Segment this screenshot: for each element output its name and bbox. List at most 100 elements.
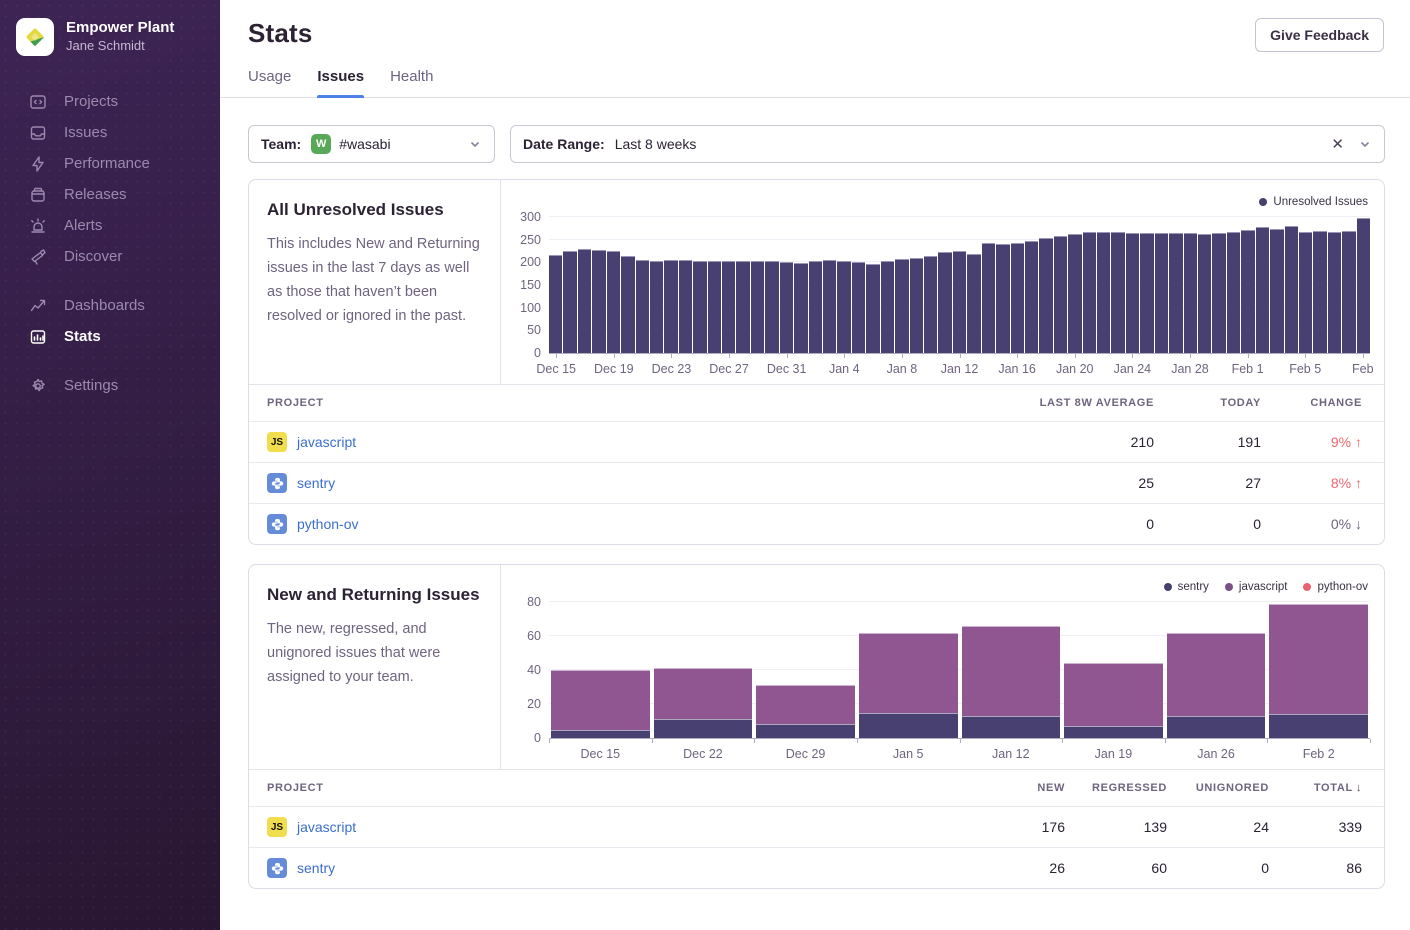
sidebar-item-discover[interactable]: Discover — [0, 241, 220, 272]
change-value: 9% ↑ — [1331, 434, 1362, 450]
org-logo-icon — [16, 18, 54, 56]
bar — [1328, 232, 1341, 353]
bar-segment-javascript — [859, 633, 958, 713]
dashboards-icon — [28, 296, 48, 316]
table-row: JSjavascript2101919% ↑ — [249, 421, 1384, 462]
bar-group — [1167, 633, 1266, 738]
stats-icon — [28, 327, 48, 347]
legend-label: javascript — [1239, 581, 1288, 593]
unresolved-issues-table: PROJECTLAST 8W AVERAGETODAYCHANGEJSjavas… — [249, 384, 1384, 544]
project-link[interactable]: sentry — [297, 475, 335, 491]
bar — [996, 244, 1009, 353]
panel-title: New and Returning Issues — [267, 585, 480, 605]
new-returning-issues-table: PROJECTNEWREGRESSEDUNIGNOREDTOTAL↓JSjava… — [249, 769, 1384, 888]
user-name: Jane Schmidt — [66, 38, 174, 55]
column-header-new: NEW — [975, 782, 1065, 794]
bar — [1241, 230, 1254, 353]
bar-segment-sentry — [1269, 714, 1368, 738]
bar-group — [1269, 604, 1368, 738]
sidebar-item-settings[interactable]: Settings — [0, 370, 220, 401]
project-link[interactable]: javascript — [297, 819, 356, 835]
bar — [982, 243, 995, 353]
bar — [1126, 233, 1139, 353]
column-header-change: CHANGE — [1261, 397, 1362, 409]
x-axis-tick-label: Dec 29 — [786, 747, 826, 761]
filter-row: Team: W #wasabi Date Range: Last 8 weeks… — [248, 125, 1385, 163]
y-axis-label: 0 — [534, 346, 541, 360]
clear-icon[interactable]: ✕ — [1331, 135, 1344, 153]
projects-icon — [28, 92, 48, 112]
python-platform-icon — [267, 514, 287, 534]
project-cell: JSjavascript — [249, 432, 994, 452]
x-axis-tick-label: Jan 12 — [941, 362, 979, 376]
sidebar-item-performance[interactable]: Performance — [0, 148, 220, 179]
project-link[interactable]: javascript — [297, 434, 356, 450]
chevron-down-icon[interactable] — [468, 137, 482, 151]
bar-group — [1064, 663, 1163, 738]
tab-usage[interactable]: Usage — [248, 68, 291, 97]
new-returning-issues-chart[interactable]: 020406080 — [549, 603, 1370, 739]
y-axis-label: 200 — [520, 255, 541, 269]
tab-health[interactable]: Health — [390, 68, 433, 97]
x-axis-tick-label: Jan 24 — [1114, 362, 1152, 376]
bar — [578, 249, 591, 353]
x-axis-tick-label: Dec 31 — [767, 362, 807, 376]
legend-dot-icon — [1225, 583, 1233, 591]
legend-item-javascript: javascript — [1225, 581, 1288, 593]
y-axis-label: 60 — [527, 629, 541, 643]
unresolved-issues-chart[interactable]: 050100150200250300 — [549, 218, 1370, 354]
bar — [1155, 233, 1168, 353]
bar — [780, 262, 793, 353]
value-cell: 26 — [975, 860, 1065, 876]
bar-group — [859, 633, 958, 738]
column-header-total[interactable]: TOTAL↓ — [1269, 782, 1362, 794]
x-axis-tick-label: Jan 8 — [887, 362, 918, 376]
x-axis-tick — [902, 354, 903, 358]
x-axis-tick-label: Feb 5 — [1289, 362, 1321, 376]
date-range-label: Date Range: — [523, 136, 605, 152]
x-axis-tick — [857, 739, 858, 743]
give-feedback-button[interactable]: Give Feedback — [1255, 18, 1384, 52]
x-axis-tick — [1305, 354, 1306, 358]
date-range-selector[interactable]: Date Range: Last 8 weeks ✕ — [510, 125, 1385, 163]
org-switcher[interactable]: Empower Plant Jane Schmidt — [0, 0, 220, 72]
x-axis-tick — [844, 354, 845, 358]
sidebar-item-issues[interactable]: Issues — [0, 117, 220, 148]
bar — [765, 261, 778, 353]
chart-x-axis: Dec 15Dec 22Dec 29Jan 5Jan 12Jan 19Jan 2… — [549, 739, 1370, 769]
sidebar-item-dashboards[interactable]: Dashboards — [0, 290, 220, 321]
sidebar-item-projects[interactable]: Projects — [0, 86, 220, 117]
sidebar-item-label: Performance — [64, 155, 150, 172]
project-link[interactable]: sentry — [297, 860, 335, 876]
discover-icon — [28, 247, 48, 267]
value-cell: 0 — [994, 516, 1154, 532]
sidebar-item-label: Discover — [64, 248, 122, 265]
x-axis-tick — [614, 354, 615, 358]
chart-x-axis: Dec 15Dec 19Dec 23Dec 27Dec 31Jan 4Jan 8… — [549, 354, 1370, 384]
change-value: 8% ↑ — [1331, 475, 1362, 491]
bar-segment-javascript — [756, 685, 855, 724]
x-axis-tick — [556, 354, 557, 358]
bar — [549, 255, 562, 353]
chevron-down-icon[interactable] — [1358, 137, 1372, 151]
y-axis-label: 50 — [527, 323, 541, 337]
bar — [1198, 234, 1211, 353]
python-platform-icon — [267, 858, 287, 878]
x-axis-tick — [1267, 739, 1268, 743]
tab-issues[interactable]: Issues — [317, 68, 364, 97]
x-axis-tick-label: Jan 28 — [1171, 362, 1209, 376]
sidebar-item-stats[interactable]: Stats — [0, 321, 220, 352]
sidebar-item-releases[interactable]: Releases — [0, 179, 220, 210]
y-axis-label: 40 — [527, 663, 541, 677]
bar — [852, 262, 865, 353]
x-axis-tick-label: Dec 15 — [581, 747, 621, 761]
x-axis-tick-label: Jan 20 — [1056, 362, 1094, 376]
sidebar-item-alerts[interactable]: Alerts — [0, 210, 220, 241]
project-link[interactable]: python-ov — [297, 516, 358, 532]
y-axis-label: 150 — [520, 278, 541, 292]
bar — [722, 261, 735, 353]
team-selector[interactable]: Team: W #wasabi — [248, 125, 495, 163]
x-axis-tick — [1190, 354, 1191, 358]
x-axis-tick-label: Jan 16 — [998, 362, 1036, 376]
sidebar: Empower Plant Jane Schmidt ProjectsIssue… — [0, 0, 220, 930]
